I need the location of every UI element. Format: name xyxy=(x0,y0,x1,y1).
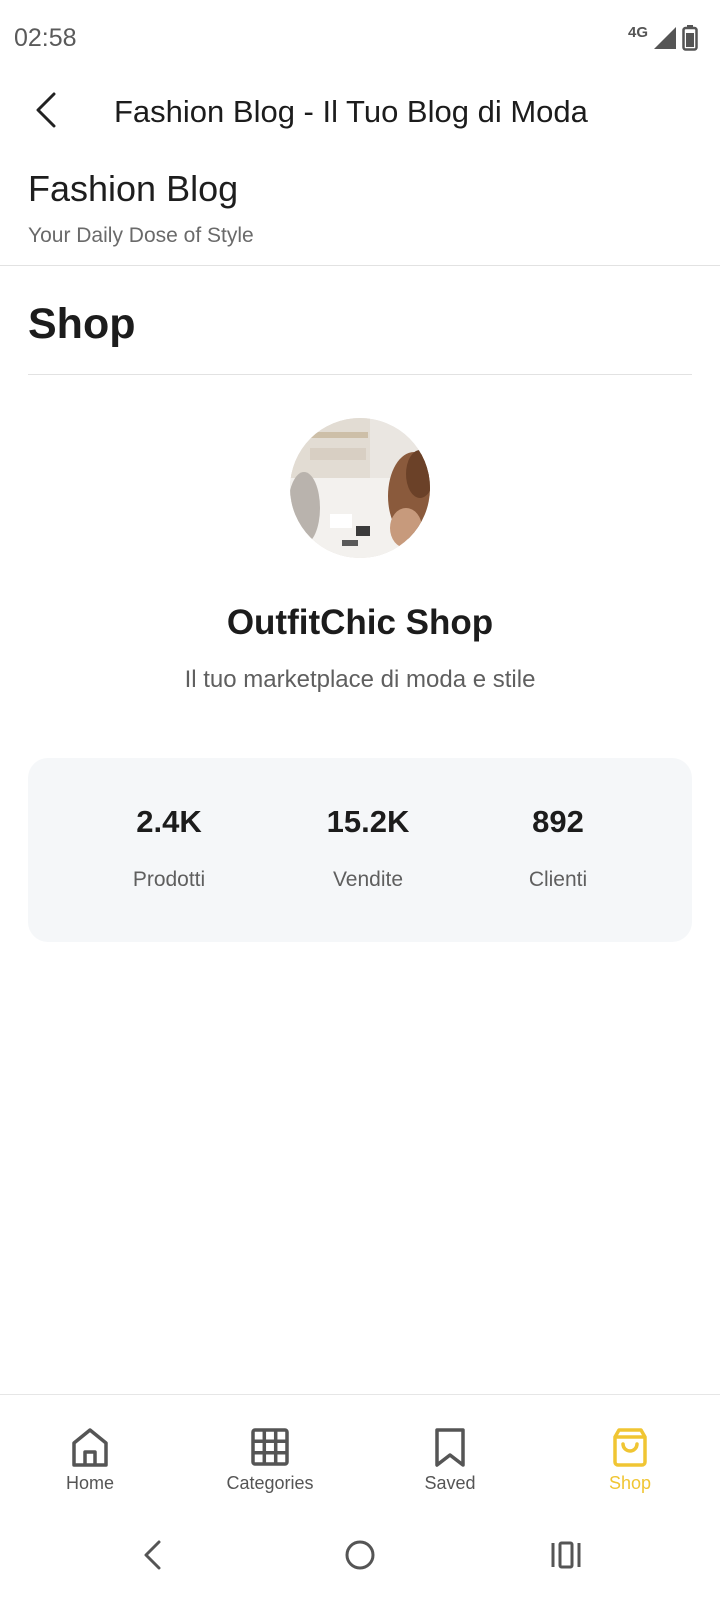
nav-label: Saved xyxy=(424,1473,476,1493)
back-icon xyxy=(141,1539,163,1576)
battery-icon xyxy=(682,25,698,51)
nav-item-home[interactable]: Home xyxy=(0,1395,180,1511)
screen: 02:58 4G Fashion Blog - Il Tuo Blog di M… xyxy=(0,0,720,1604)
nav-label: Categories xyxy=(226,1473,314,1493)
bottom-nav: Home Categories Saved Shop xyxy=(0,1394,720,1510)
blog-name: Fashion Blog xyxy=(28,168,239,209)
home-circle-icon xyxy=(344,1539,376,1576)
blog-header: Fashion Blog Your Daily Dose of Style xyxy=(0,160,720,266)
nav-label: Home xyxy=(65,1473,114,1493)
chevron-left-icon xyxy=(34,91,58,134)
app-bar-title: Fashion Blog - Il Tuo Blog di Moda xyxy=(114,94,588,129)
status-icons: 4G xyxy=(628,24,698,52)
bookmark-icon xyxy=(428,1425,472,1469)
signal-icon xyxy=(654,27,676,49)
system-recents-button[interactable] xyxy=(536,1534,596,1580)
stat-value: 892 xyxy=(532,804,584,839)
network-type-label: 4G xyxy=(627,23,648,41)
section-divider xyxy=(28,374,692,375)
app-bar: Fashion Blog - Il Tuo Blog di Moda xyxy=(0,78,720,154)
shop-name: OutfitChic Shop xyxy=(226,603,494,642)
back-button[interactable] xyxy=(26,90,66,134)
stat-label: Vendite xyxy=(332,868,404,891)
nav-label: Shop xyxy=(608,1473,652,1493)
shopping-bag-icon xyxy=(608,1425,652,1469)
stat-prodotti: 2.4K Prodotti xyxy=(79,758,259,942)
section-title: Shop xyxy=(28,300,136,348)
nav-item-categories[interactable]: Categories xyxy=(180,1395,360,1511)
home-icon xyxy=(68,1425,112,1469)
shop-description: Il tuo marketplace di moda e stile xyxy=(184,666,536,693)
blog-tagline: Your Daily Dose of Style xyxy=(28,224,254,247)
nav-item-shop[interactable]: Shop xyxy=(540,1395,720,1511)
stat-vendite: 15.2K Vendite xyxy=(278,758,458,942)
grid-icon xyxy=(248,1425,292,1469)
status-time: 02:58 xyxy=(14,24,77,52)
shop-avatar xyxy=(290,418,430,558)
stat-label: Prodotti xyxy=(132,868,206,891)
stat-label: Clienti xyxy=(528,868,588,891)
status-bar: 02:58 4G xyxy=(0,0,720,78)
stat-value: 2.4K xyxy=(136,804,202,839)
system-nav xyxy=(0,1510,720,1604)
stat-value: 15.2K xyxy=(326,804,410,839)
nav-item-saved[interactable]: Saved xyxy=(360,1395,540,1511)
stat-clienti: 892 Clienti xyxy=(468,758,648,942)
system-home-button[interactable] xyxy=(330,1534,390,1580)
stats-card: 2.4K Prodotti 15.2K Vendite 892 Clienti xyxy=(28,758,692,942)
system-back-button[interactable] xyxy=(122,1534,182,1580)
recents-icon xyxy=(550,1540,582,1575)
